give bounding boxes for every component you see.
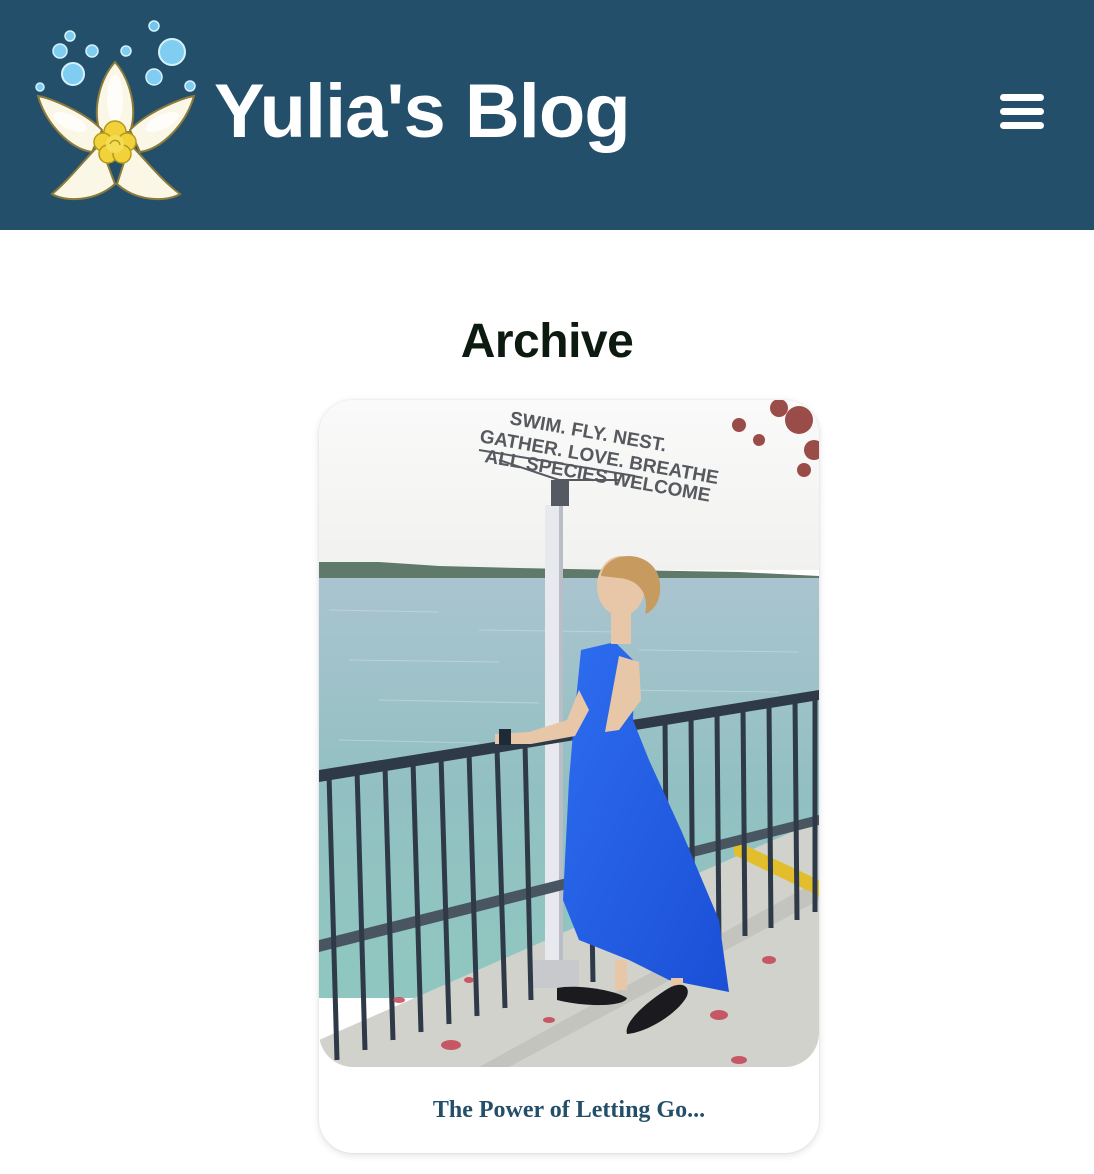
site-logo[interactable] (30, 14, 202, 206)
post-card[interactable]: SWIM. FLY. NEST. GATHER. LOVE. BREATHE A… (319, 400, 819, 1153)
post-title-link[interactable]: The Power of Letting Go... (319, 1093, 819, 1127)
site-header: Yulia's Blog (0, 0, 1094, 230)
hamburger-menu-button[interactable] (990, 84, 1054, 140)
flower-with-bubbles-icon (35, 20, 196, 201)
post-thumbnail-image[interactable]: SWIM. FLY. NEST. GATHER. LOVE. BREATHE A… (319, 400, 819, 1067)
site-title[interactable]: Yulia's Blog (214, 66, 631, 158)
page-title: Archive (460, 315, 634, 369)
